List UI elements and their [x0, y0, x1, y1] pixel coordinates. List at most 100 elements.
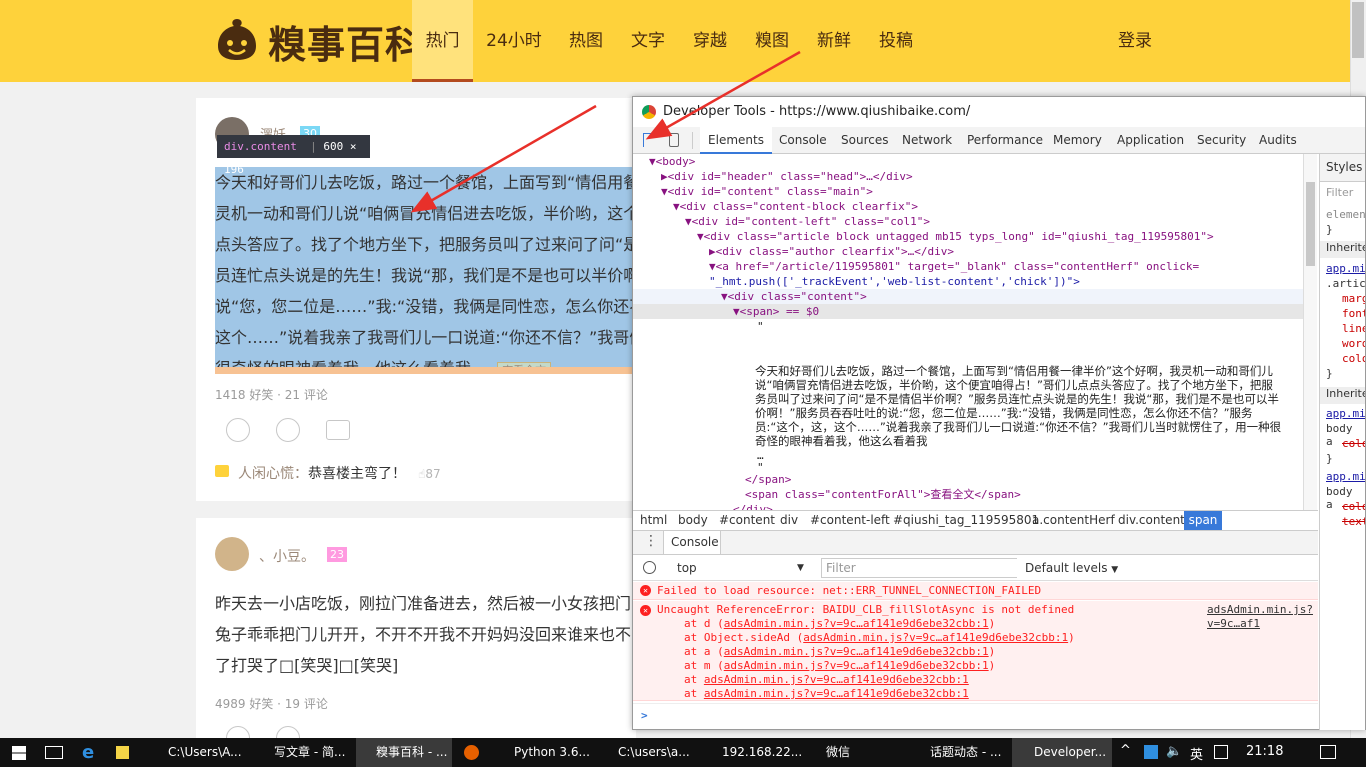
stack-link[interactable]: adsAdmin.min.js?v=9c…af141e9d6ebe32cbb:1 — [704, 687, 969, 700]
nav-fresh[interactable]: 新鲜 — [808, 0, 860, 82]
dom-node[interactable]: ▼<div class="article block untagged mb15… — [697, 229, 1214, 244]
stack-link[interactable]: adsAdmin.min.js?v=9c…af141e9d6ebe32cbb:1 — [803, 631, 1068, 644]
dom-node[interactable]: ▶<div id="header" class="head">…</div> — [661, 169, 913, 184]
taskbar-chrome-write[interactable]: 写文章 - 简... — [254, 738, 350, 767]
action-center-icon[interactable] — [1320, 745, 1336, 759]
dom-node[interactable]: </div> — [733, 502, 773, 510]
sticky-notes-icon[interactable] — [116, 746, 129, 759]
dom-node[interactable]: </span> — [745, 472, 791, 487]
console-filter-input[interactable]: Filter — [821, 558, 1017, 578]
firefox-icon[interactable] — [464, 745, 479, 760]
clear-console-icon[interactable] — [643, 561, 656, 574]
breadcrumb-item[interactable]: body — [678, 511, 708, 530]
breadcrumb-item[interactable]: a.contentHerf — [1032, 511, 1115, 530]
like-icon[interactable]: ☝ — [410, 467, 425, 481]
tab-memory[interactable]: Memory — [1053, 127, 1102, 154]
styles-filter[interactable]: Filter — [1326, 186, 1353, 199]
comment-icon[interactable] — [326, 420, 350, 440]
nav-text[interactable]: 文字 — [622, 0, 674, 82]
dom-node-selected[interactable]: ▼<span> == $0 — [633, 304, 1303, 319]
nav-travel[interactable]: 穿越 — [684, 0, 736, 82]
ime-icon[interactable]: 英 — [1190, 744, 1203, 763]
device-toolbar-icon[interactable] — [669, 133, 679, 147]
author-name[interactable]: 、小豆。 — [259, 546, 315, 566]
dom-node-hovered[interactable]: ▼<div class="content"> — [633, 289, 1303, 304]
context-selector[interactable]: top ▼ — [677, 559, 807, 577]
style-line[interactable]: app.mi — [1326, 262, 1365, 275]
breadcrumb-item[interactable]: #content — [719, 511, 775, 530]
site-logo[interactable]: 糗事百科 — [268, 14, 424, 69]
smile-vote-icon[interactable] — [226, 418, 250, 442]
taskbar-explorer[interactable]: C:\Users\A... — [148, 738, 246, 767]
tab-sources[interactable]: Sources — [841, 127, 888, 154]
article-content-highlighted[interactable]: 今天和好哥们儿去吃饭，路过一个餐馆，上面写到“情侣用餐 灵机一动和哥们儿说“咱俩… — [215, 167, 636, 373]
volume-icon[interactable]: 🔈 — [1166, 744, 1182, 759]
tab-application[interactable]: Application — [1117, 127, 1184, 154]
console-error-stack: ✕ Uncaught ReferenceError: BAIDU_CLB_fil… — [633, 601, 1318, 701]
dom-node[interactable]: ▼<div id="content" class="main"> — [661, 184, 873, 199]
breadcrumb-item[interactable]: #qiushi_tag_119595801 — [893, 511, 1039, 530]
task-view-icon[interactable] — [45, 746, 63, 759]
taskbar-wechat[interactable]: 微信 — [804, 738, 900, 767]
stack-link[interactable]: adsAdmin.min.js?v=9c…af141e9d6ebe32cbb:1 — [724, 645, 989, 658]
avatar[interactable] — [215, 537, 249, 571]
console-prompt[interactable]: > — [633, 703, 1318, 729]
nav-submit[interactable]: 投稿 — [870, 0, 922, 82]
styles-tab[interactable]: Styles — [1326, 160, 1362, 174]
dom-node[interactable]: ▶<div class="author clearfix">…</div> — [709, 244, 954, 259]
dom-node[interactable]: ▼<a href="/article/119595801" target="_b… — [709, 259, 1199, 274]
breadcrumb-item[interactable]: div.content — [1118, 511, 1185, 530]
nav-hot-pics[interactable]: 热图 — [560, 0, 612, 82]
tab-performance[interactable]: Performance — [967, 127, 1043, 154]
stack-link[interactable]: adsAdmin.min.js?v=9c…af141e9d6ebe32cbb:1 — [704, 673, 969, 686]
style-line[interactable]: app.mi — [1326, 407, 1365, 420]
dom-node[interactable]: "_hmt.push(['_trackEvent','web-list-cont… — [709, 274, 1080, 289]
taskbar-remote[interactable]: 192.168.22... — [700, 738, 802, 767]
error-source-link[interactable]: adsAdmin.min.js?v=9c…af1 — [1207, 603, 1318, 631]
taskbar-sublime[interactable]: C:\users\a... — [596, 738, 692, 767]
drawer-tab-console[interactable]: Console — [663, 531, 721, 554]
edge-icon[interactable]: e — [82, 742, 94, 763]
drawer-menu-icon[interactable]: ⋮ — [644, 533, 658, 549]
tabbar-divider — [692, 132, 693, 149]
log-levels-dropdown[interactable]: Default levels ▼ — [1025, 559, 1118, 579]
dom-tree-scrollbar[interactable] — [1303, 154, 1317, 510]
tray-up-icon[interactable]: ^ — [1120, 743, 1131, 758]
style-line[interactable]: app.mi — [1326, 470, 1365, 483]
devtools-titlebar[interactable]: Developer Tools - https://www.qiushibaik… — [633, 97, 1365, 127]
breadcrumb-item-selected[interactable]: span — [1184, 511, 1222, 530]
tray-q-icon[interactable] — [1214, 745, 1228, 759]
breadcrumb-item[interactable]: #content-left — [810, 511, 890, 530]
god-comment-user[interactable]: 人闲心慌： — [238, 466, 308, 482]
stack-link[interactable]: adsAdmin.min.js?v=9c…af141e9d6ebe32cbb:1 — [724, 659, 989, 672]
page-scrollbar-thumb[interactable] — [1352, 2, 1364, 58]
clock[interactable]: 21:18 — [1246, 744, 1283, 759]
nav-funny-pics[interactable]: 糗图 — [746, 0, 798, 82]
dom-node[interactable]: ▼<div id="content-left" class="col1"> — [685, 214, 930, 229]
breadcrumb-item[interactable]: html — [640, 511, 667, 530]
tab-audits[interactable]: Audits — [1259, 127, 1297, 154]
tab-network[interactable]: Network — [902, 127, 952, 154]
tray-app-icon[interactable] — [1144, 745, 1158, 759]
taskbar-firefox-topic[interactable]: 话题动态 - ... — [908, 738, 1008, 767]
tab-elements[interactable]: Elements — [700, 127, 772, 154]
tab-security[interactable]: Security — [1197, 127, 1246, 154]
tab-console[interactable]: Console — [779, 127, 827, 154]
dom-node[interactable]: <span class="contentForAll">查看全文</span> — [745, 487, 1021, 502]
login-link[interactable]: 登录 — [1118, 0, 1152, 82]
taskbar-python[interactable]: Python 3.6... — [492, 738, 590, 767]
taskbar-devtools[interactable]: Developer... — [1012, 738, 1112, 767]
dom-node[interactable]: ▼<div class="content-block clearfix"> — [673, 199, 918, 214]
frown-vote-icon[interactable] — [276, 418, 300, 442]
stack-link[interactable]: adsAdmin.min.js?v=9c…af141e9d6ebe32cbb:1 — [724, 617, 989, 630]
nav-24h[interactable]: 24小时 — [480, 0, 548, 82]
taskbar-chrome-qiushi[interactable]: 糗事百科 - ... — [356, 738, 452, 767]
logo-mascot-icon[interactable] — [214, 16, 260, 62]
inspect-element-icon[interactable] — [643, 133, 657, 147]
dom-node[interactable]: ▼<body> — [649, 154, 695, 169]
breadcrumb-item[interactable]: div — [780, 511, 798, 530]
windows-start-icon[interactable] — [12, 746, 26, 760]
nav-hot[interactable]: 热门 — [412, 0, 473, 82]
stack-frame: at a (adsAdmin.min.js?v=9c…af141e9d6ebe3… — [684, 645, 996, 658]
article-content[interactable]: 昨天去一小店吃饭，刚拉门准备进去，然后被一小女孩把门 兔子乖乖把门儿开开，不开不… — [215, 588, 636, 681]
